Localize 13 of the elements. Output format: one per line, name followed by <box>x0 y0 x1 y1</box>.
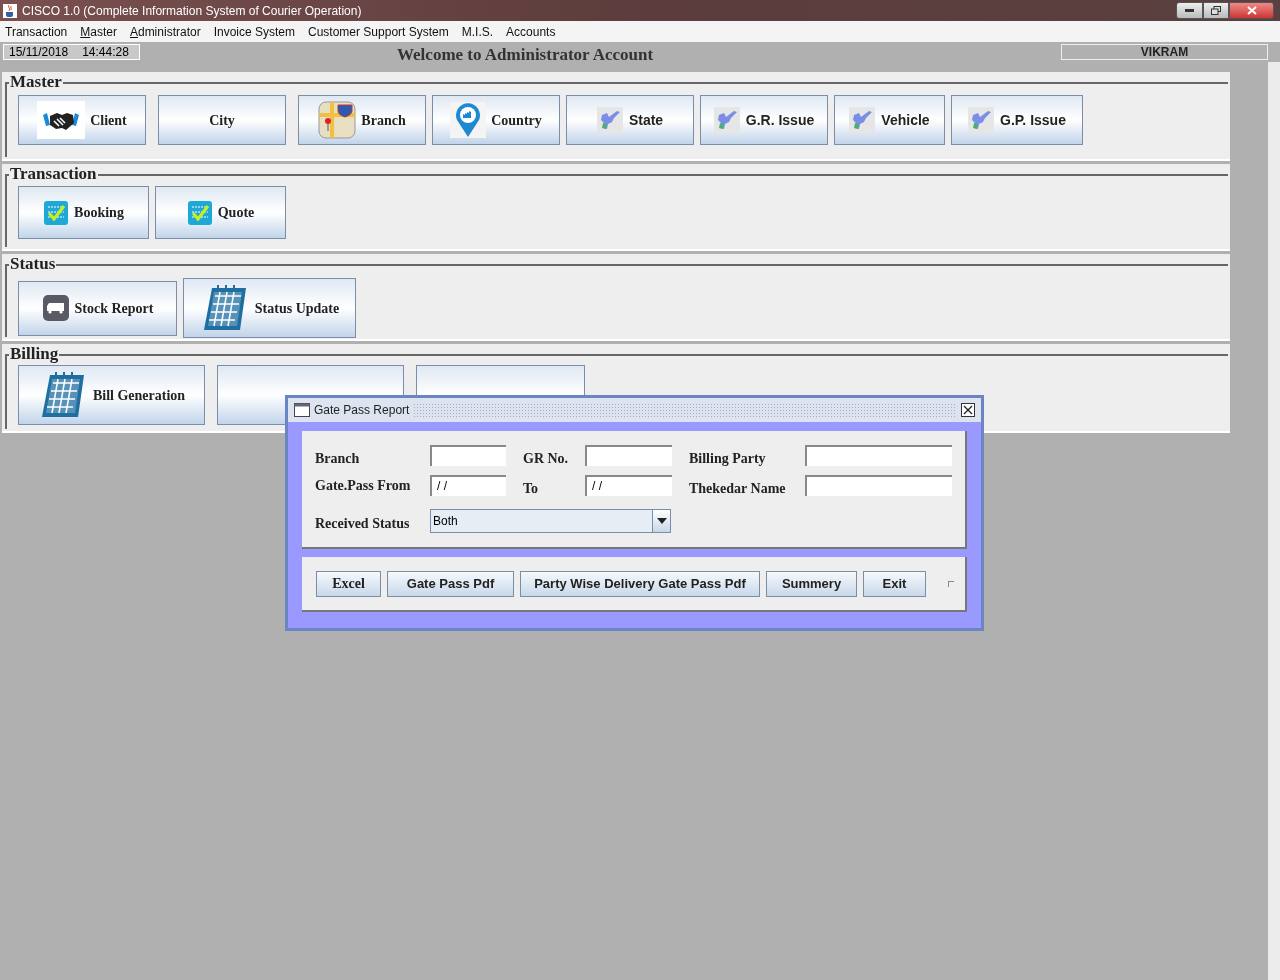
user-name-display: VIKRAM <box>1061 44 1268 60</box>
field-label: GR No. <box>523 450 569 468</box>
section-title: Billing <box>9 344 60 364</box>
field-label: Gate.Pass From <box>315 477 411 495</box>
dialog-title: Gate Pass Report <box>314 402 410 419</box>
field-label: Thekedar Name <box>689 480 786 498</box>
window-title: CISCO 1.0 (Complete Information System of Courier Operation) <box>22 2 362 20</box>
field-label: Billing Party <box>689 450 766 468</box>
field-label: Branch <box>315 450 360 468</box>
welcome-heading: Welcome to Administrator Account <box>397 44 654 66</box>
date-time-display: 15/11/2018 14:44:28 <box>3 44 140 60</box>
field-label: Received Status <box>315 515 410 533</box>
field-label: To <box>523 480 539 498</box>
